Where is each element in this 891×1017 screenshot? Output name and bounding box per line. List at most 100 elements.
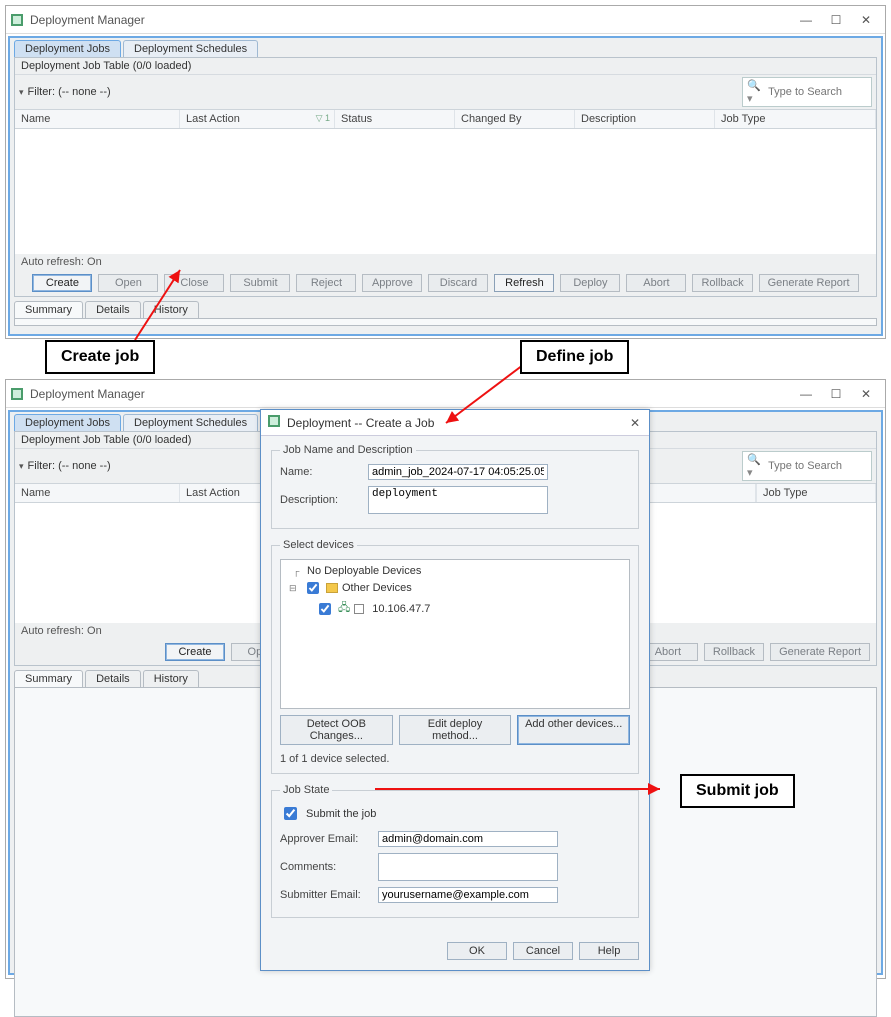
col-status[interactable]: Status [335,110,455,128]
device-ip[interactable]: 10.106.47.7 [372,603,430,615]
subtab-history-2[interactable]: History [143,670,199,687]
col-last-action-2[interactable]: Last Action [180,484,270,502]
submit-job-label: Submit the job [306,808,376,820]
search-icon: 🔍▾ [747,79,763,105]
button-row: Create Open Close Submit Reject Approve … [15,270,876,296]
app-icon [10,13,24,27]
group-job-state: Job State Submit the job Approver Email:… [271,784,639,918]
subtab-details-2[interactable]: Details [85,670,141,687]
dialog-app-icon [267,414,281,431]
minimize-button[interactable]: — [797,13,815,27]
tab-deployment-jobs-2[interactable]: Deployment Jobs [14,414,121,431]
table-body [15,129,876,254]
other-devices-checkbox[interactable] [307,582,319,594]
detect-oob-button[interactable]: Detect OOB Changes... [280,715,393,745]
col-last-action-label: Last Action [186,113,240,125]
create-job-dialog: Deployment -- Create a Job ✕ Job Name an… [260,409,650,971]
submitter-email-input[interactable] [378,887,558,903]
subtab-details[interactable]: Details [85,301,141,318]
col-name-2[interactable]: Name [15,484,180,502]
group-name-desc: Job Name and Description Name: Descripti… [271,444,639,529]
abort-button[interactable]: Abort [626,274,686,292]
close-window-button[interactable]: ✕ [857,13,875,27]
subtab-summary[interactable]: Summary [14,301,83,318]
device-ip-checkbox[interactable] [319,603,331,615]
titlebar: Deployment Manager — ☐ ✕ [6,6,885,34]
col-job-type-2[interactable]: Job Type [756,484,876,502]
search-box[interactable]: 🔍▾ [742,77,872,107]
reject-button[interactable]: Reject [296,274,356,292]
minimize-button-2[interactable]: — [797,387,815,401]
tab-deployment-jobs[interactable]: Deployment Jobs [14,40,121,57]
close-button[interactable]: Close [164,274,224,292]
annotation-create-job: Create job [45,340,155,374]
open-button[interactable]: Open [98,274,158,292]
submitter-email-label: Submitter Email: [280,889,370,901]
col-last-action[interactable]: Last Action ▽ 1 [180,110,335,128]
dialog-close-button[interactable]: ✕ [627,416,643,430]
device-tree[interactable]: ┌ No Deployable Devices ⊟ Other Devices … [280,559,630,709]
name-input[interactable] [368,464,548,480]
window-title: Deployment Manager [30,13,797,27]
maximize-button[interactable]: ☐ [827,13,845,27]
description-input[interactable]: deployment [368,486,548,514]
job-table-panel: Deployment Job Table (0/0 loaded) ▾ Filt… [14,57,877,297]
window-buttons: — ☐ ✕ [797,13,881,27]
deploy-button[interactable]: Deploy [560,274,620,292]
approve-button[interactable]: Approve [362,274,422,292]
submit-button[interactable]: Submit [230,274,290,292]
app-icon-2 [10,387,24,401]
cancel-button[interactable]: Cancel [513,942,573,960]
device-status-icon [354,604,364,614]
close-window-button-2[interactable]: ✕ [857,387,875,401]
create-button[interactable]: Create [32,274,92,292]
filter-label[interactable]: Filter: (-- none --) [28,86,111,98]
legend-select-devices: Select devices [280,539,357,551]
search-icon-2: 🔍▾ [747,453,763,479]
approver-email-input[interactable] [378,831,558,847]
refresh-button[interactable]: Refresh [494,274,554,292]
dialog-titlebar: Deployment -- Create a Job ✕ [261,410,649,436]
generate-report-button[interactable]: Generate Report [759,274,859,292]
device-icon: 🖧 [338,599,350,618]
col-job-type[interactable]: Job Type [715,110,876,128]
add-other-devices-button[interactable]: Add other devices... [517,715,630,745]
tab-deployment-schedules[interactable]: Deployment Schedules [123,40,258,57]
discard-button[interactable]: Discard [428,274,488,292]
comments-label: Comments: [280,861,370,873]
tree-other-devices[interactable]: Other Devices [342,582,412,594]
create-button-2[interactable]: Create [165,643,225,661]
dialog-footer: OK Cancel Help [261,936,649,970]
col-description[interactable]: Description [575,110,715,128]
tree-no-deployable: No Deployable Devices [307,565,421,577]
folder-icon [326,583,338,593]
group-select-devices: Select devices ┌ No Deployable Devices ⊟… [271,539,639,774]
rollback-button-2[interactable]: Rollback [704,643,764,661]
device-selection-count: 1 of 1 device selected. [280,753,630,765]
collapse-icon-2[interactable]: ▾ [19,461,24,472]
auto-refresh-status: Auto refresh: On [15,254,876,270]
collapse-icon[interactable]: ▾ [19,87,24,98]
filter-label-2[interactable]: Filter: (-- none --) [28,460,111,472]
comments-input[interactable] [378,853,558,881]
search-input[interactable] [766,85,867,99]
help-button[interactable]: Help [579,942,639,960]
tree-expand-icon[interactable]: ⊟ [289,583,299,594]
name-label: Name: [280,466,360,478]
edit-deploy-method-button[interactable]: Edit deploy method... [399,715,512,745]
submit-job-checkbox[interactable] [284,807,297,820]
window-title-2: Deployment Manager [30,387,797,401]
col-changed-by[interactable]: Changed By [455,110,575,128]
search-input-2[interactable] [766,459,867,473]
description-label: Description: [280,494,360,506]
generate-report-button-2[interactable]: Generate Report [770,643,870,661]
subtab-summary-2[interactable]: Summary [14,670,83,687]
maximize-button-2[interactable]: ☐ [827,387,845,401]
tab-deployment-schedules-2[interactable]: Deployment Schedules [123,414,258,431]
rollback-button[interactable]: Rollback [692,274,752,292]
col-name[interactable]: Name [15,110,180,128]
subtab-history[interactable]: History [143,301,199,318]
approver-email-label: Approver Email: [280,833,370,845]
search-box-2[interactable]: 🔍▾ [742,451,872,481]
ok-button[interactable]: OK [447,942,507,960]
